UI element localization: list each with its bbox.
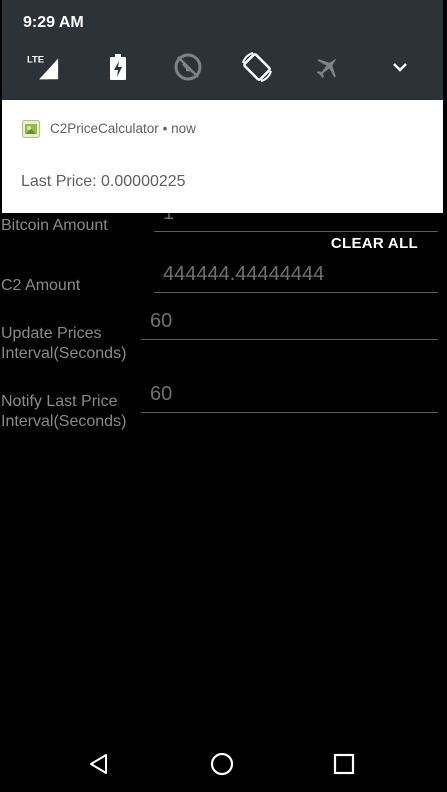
back-icon[interactable] [79,744,119,784]
update-interval-input[interactable]: 60 [141,309,438,340]
notify-interval-value: 60 [150,383,173,405]
signal-lte-icon[interactable]: LTE [26,50,60,84]
notification-text: Last Price: 0.00000225 [21,173,186,190]
quick-settings-panel: 9:29 AM LTE [2,0,443,100]
update-interval-label-line1: Update Prices [1,325,102,342]
clear-all-button[interactable]: CLEAR ALL [331,235,418,252]
update-interval-label: Update Prices Interval(Seconds) [1,324,126,364]
bitcoin-amount-label: Bitcoin Amount [1,217,108,234]
c2-amount-value: 444444.44444444 [163,263,325,285]
update-interval-label-line2: Interval(Seconds) [1,345,127,362]
data-saver-icon[interactable] [171,50,205,84]
notification-time: now [171,121,196,136]
home-icon[interactable] [202,744,242,784]
app-icon [22,120,40,138]
c2-amount-input[interactable]: 444444.44444444 [154,262,438,293]
recents-icon[interactable] [324,744,364,784]
notification-app-name: C2PriceCalculator [50,121,159,136]
update-interval-value: 60 [150,310,173,332]
battery-saver-icon[interactable] [101,50,135,84]
airplane-mode-icon[interactable] [311,50,345,84]
screen: Bitcoin Amount 1 C2 Amount 444444.444444… [0,0,447,792]
expand-chevron-icon[interactable] [383,50,417,84]
notify-interval-label-line1: Notify Last Price [1,393,118,410]
notification-card[interactable]: C2PriceCalculator • now Last Price: 0.00… [2,100,443,213]
notification-separator: • [162,121,168,136]
lte-label: LTE [27,54,44,65]
notification-header: C2PriceCalculator • now [50,121,196,136]
auto-rotate-icon[interactable] [240,50,274,84]
notify-interval-label: Notify Last Price Interval(Seconds) [1,392,126,432]
notify-interval-input[interactable]: 60 [141,382,438,413]
notify-interval-label-line2: Interval(Seconds) [1,413,127,430]
navigation-bar [0,736,447,792]
c2-amount-label: C2 Amount [1,277,81,294]
status-time: 9:29 AM [23,14,84,31]
